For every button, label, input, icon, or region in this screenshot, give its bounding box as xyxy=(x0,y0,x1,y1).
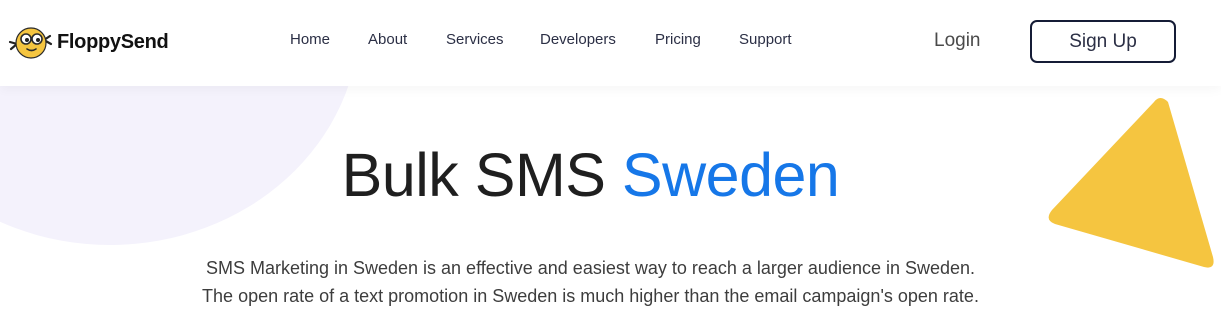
nav-developers[interactable]: Developers xyxy=(540,31,616,48)
site-header: FloppySend Home About Services Developer… xyxy=(0,0,1221,86)
floppy-mascot-icon xyxy=(8,27,53,59)
signup-button[interactable]: Sign Up xyxy=(1030,20,1176,63)
nav-about[interactable]: About xyxy=(368,31,407,48)
nav-support[interactable]: Support xyxy=(739,31,792,48)
hero-description: SMS Marketing in Sweden is an effective … xyxy=(0,254,1181,310)
hero-title: Bulk SMS Sweden xyxy=(0,140,1181,210)
page: FloppySend Home About Services Developer… xyxy=(0,0,1221,318)
hero-description-line2: The open rate of a text promotion in Swe… xyxy=(202,286,979,306)
hero-title-accent: Sweden xyxy=(621,141,840,209)
hero-title-main: Bulk SMS xyxy=(341,141,606,209)
brand-name: FloppySend xyxy=(57,30,169,53)
nav-home[interactable]: Home xyxy=(290,31,330,48)
login-link[interactable]: Login xyxy=(934,30,981,52)
nav-services[interactable]: Services xyxy=(446,31,504,48)
hero-description-line1: SMS Marketing in Sweden is an effective … xyxy=(205,258,976,278)
logo[interactable]: FloppySend xyxy=(6,22,169,62)
nav-pricing[interactable]: Pricing xyxy=(655,31,701,48)
